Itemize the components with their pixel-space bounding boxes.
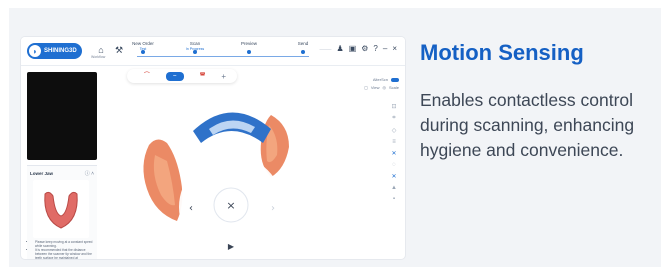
note-item: It is recommended that the distance betw… [35,248,93,259]
step-new-order[interactable]: New Order Test [123,41,163,54]
jaw-panel-title: Lower Jaw [30,171,54,176]
home-sub-label: Workflow [91,55,106,59]
delete-icon[interactable]: ▪ [393,196,395,202]
right-toolbar: ⊡ ⌗ ◇ ≡ ✕ ◌ ✕ ▲ ▪ [389,103,399,202]
gear-icon[interactable]: ⚙ [361,44,368,53]
jaw-panel-header: Lower Jaw ⓘ ˄ [27,166,97,181]
step-name: New Order [132,41,154,46]
tooth-logo-icon: ◗ [29,45,41,57]
steps-line [137,56,309,57]
help-icon[interactable]: ? [373,44,377,53]
jaw-mode-bar: ⌒ ⌣ ◚ + [127,69,237,83]
top-bar: ◗ SHINING3D ⌂ ⚒ Workflow New Order Test … [21,37,405,66]
wheel-left-icon[interactable]: ‹ [189,203,193,214]
scale-icon[interactable]: ◎ [382,85,386,90]
toggle-label: AlterScn [372,77,388,82]
workflow-steps: New Order Test Scan In Progress Preview … [123,41,323,61]
angle-icon[interactable]: ◌ [392,162,396,168]
wheel-close-icon[interactable]: × [226,199,235,212]
feature-title: Motion Sensing [420,40,584,65]
step-name: Preview [240,41,257,46]
camera-preview [27,72,97,160]
view-scale-row: ▢ View ◎ Scale [364,85,399,90]
close-icon[interactable]: × [392,44,397,53]
step-name: Scan [189,41,201,46]
jaw-panel: Lower Jaw ⓘ ˄ Please keep moving at a co… [27,165,97,259]
toggle-switch[interactable] [391,77,399,82]
bite-mode-icon[interactable]: ◚ [194,72,212,81]
step-send[interactable]: Send [283,41,323,54]
step-scan[interactable]: Scan In Progress [175,41,215,54]
step-dot [301,50,305,54]
note-item: Please keep moving at a constant speed w… [35,240,93,248]
panel-info-icon[interactable]: ⓘ ˄ [85,170,94,177]
view-options: AlterScn ▢ View ◎ Scale [364,77,399,90]
step-preview[interactable]: Preview [229,41,269,54]
triangle-icon[interactable]: ▲ [391,185,397,191]
jaw-thumbnail [33,180,89,238]
wheel-right-icon[interactable]: › [271,203,275,214]
step-dot [193,50,197,54]
step-dot [247,50,251,54]
upper-jaw-mode-icon[interactable]: ⌒ [138,72,156,81]
scan-scene: × ‹ › ▶ [143,112,289,259]
lower-jaw-mode-icon[interactable]: ⌣ [165,71,184,81]
add-icon[interactable]: + [221,72,226,81]
view-label: View [370,85,380,90]
scale-label: Scale [388,85,399,90]
eraser-icon[interactable]: ◇ [392,127,397,134]
window-controls: ——— ♟ ▣ ⚙ ? – × [320,44,397,53]
motion-cursor-icon[interactable]: ✕ [391,150,396,157]
lower-jaw-icon [44,191,78,229]
brand-name: SHINING3D [44,48,77,54]
scan-notes: Please keep moving at a constant speed w… [29,240,93,259]
home-controls: ⌂ ⚒ Workflow [91,44,125,59]
app-screenshot: ◗ SHINING3D ⌂ ⚒ Workflow New Order Test … [21,37,405,259]
step-dot [141,50,145,54]
motion-select-icon[interactable]: ✕ [391,173,396,180]
save-icon[interactable]: ▣ [349,44,357,53]
crop-icon[interactable]: ⌗ [392,115,395,122]
lock-icon[interactable]: ⊡ [391,103,396,110]
brand-logo: ◗ SHINING3D [27,43,82,59]
wheel-play-icon[interactable]: ▶ [228,242,235,251]
minimize-icon[interactable]: – [383,44,387,53]
status-text: ——— [319,46,332,51]
feature-description: Enables contactless control during scann… [420,90,635,160]
step-name: Send [297,41,309,46]
person-icon[interactable]: ♟ [337,44,344,53]
trim-icon[interactable]: ≡ [392,139,396,145]
alter-scan-toggle[interactable]: AlterScn [373,77,399,82]
view-icon[interactable]: ▢ [364,85,368,90]
